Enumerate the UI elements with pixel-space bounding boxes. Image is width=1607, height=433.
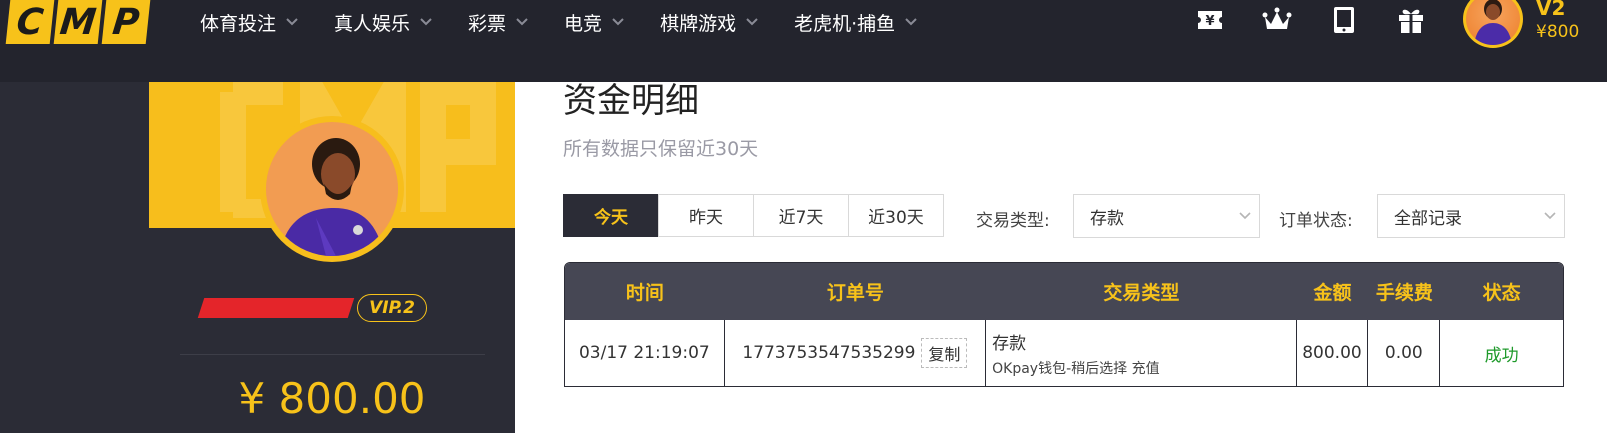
- main-nav: 体育投注 真人娱乐 彩票 电竞 棋牌游戏 老虎机·捕鱼: [200, 0, 953, 44]
- select-value: 全部记录: [1394, 208, 1462, 229]
- vip-level-label: V2: [1536, 0, 1566, 20]
- header-icon-group: ¥: [1192, 2, 1460, 38]
- tab-yesterday[interactable]: 昨天: [658, 194, 754, 237]
- tab-last-30-days[interactable]: 近30天: [848, 194, 944, 237]
- order-status-select[interactable]: 全部记录: [1377, 194, 1565, 238]
- column-header-time: 时间: [625, 282, 664, 304]
- nav-item-card-games[interactable]: 棋牌游戏: [660, 9, 758, 36]
- cell-order-no: 1773753547535299 复制: [725, 320, 987, 386]
- page-subtitle: 所有数据只保留近30天: [563, 138, 759, 160]
- nav-item-label: 体育投注: [200, 12, 277, 35]
- order-number: 1773753547535299: [742, 343, 916, 363]
- column-header-fee: 手续费: [1375, 282, 1433, 304]
- logo-letter: C: [5, 0, 55, 44]
- fund-details-panel: 资金明细 所有数据只保留近30天 今天 昨天 近7天 近30天 交易类型: 存款…: [515, 82, 1607, 433]
- table-header-row: 时间 订单号 交易类型 金额 手续费 状态: [565, 263, 1563, 320]
- column-header-amount: 金额: [1313, 282, 1352, 304]
- nav-item-sports[interactable]: 体育投注: [200, 9, 298, 36]
- logo-letter: P: [101, 0, 151, 44]
- chevron-down-icon: [905, 18, 917, 26]
- transaction-type: 存款: [992, 333, 1027, 354]
- user-avatar[interactable]: [1463, 0, 1523, 48]
- column-header-type: 交易类型: [1103, 282, 1180, 304]
- nav-item-esports[interactable]: 电竞: [564, 9, 624, 36]
- tab-today[interactable]: 今天: [563, 194, 659, 237]
- account-balance: ¥ 800.00: [238, 374, 426, 423]
- chevron-down-icon: [1544, 212, 1556, 220]
- tab-last-7-days[interactable]: 近7天: [753, 194, 849, 237]
- chevron-down-icon: [1239, 212, 1251, 220]
- transaction-type-label: 交易类型:: [976, 211, 1050, 231]
- cell-time: 03/17 21:19:07: [565, 320, 725, 386]
- logo-letter: M: [53, 0, 103, 44]
- nav-item-label: 真人娱乐: [334, 12, 411, 35]
- table-row: 03/17 21:19:07 1773753547535299 复制 存款 OK…: [565, 320, 1563, 386]
- chevron-down-icon: [516, 18, 528, 26]
- header-balance: ¥800: [1536, 22, 1580, 42]
- copy-button[interactable]: 复制: [921, 338, 968, 368]
- page-title: 资金明细: [563, 81, 699, 121]
- chevron-down-icon: [286, 18, 298, 26]
- column-header-status: 状态: [1482, 282, 1521, 304]
- cell-fee: 0.00: [1368, 320, 1441, 386]
- divider: [180, 354, 485, 355]
- redaction-mark: [197, 298, 355, 318]
- status-badge: 成功: [1484, 345, 1519, 366]
- select-value: 存款: [1090, 208, 1124, 229]
- order-status-label: 订单状态:: [1279, 211, 1353, 231]
- nav-item-label: 棋牌游戏: [660, 12, 737, 35]
- crown-icon[interactable]: [1259, 2, 1295, 38]
- nav-item-slots-fishing[interactable]: 老虎机·捕鱼: [794, 9, 917, 36]
- cell-type: 存款 OKpay钱包-稍后选择 充值: [986, 320, 1297, 386]
- vip-badge: VIP.2: [357, 294, 427, 322]
- username-redacted: [197, 298, 355, 318]
- ticket-icon[interactable]: ¥: [1192, 2, 1228, 38]
- profile-card: VIP.2 ¥ 800.00: [149, 82, 515, 433]
- profile-avatar[interactable]: [260, 116, 404, 262]
- column-header-order-no: 订单号: [826, 282, 884, 304]
- tablet-icon[interactable]: [1326, 2, 1362, 38]
- gift-icon[interactable]: [1393, 2, 1429, 38]
- nav-item-label: 彩票: [468, 12, 507, 35]
- nav-item-label: 老虎机·捕鱼: [794, 12, 896, 35]
- date-range-tabs: 今天 昨天 近7天 近30天: [563, 194, 944, 237]
- nav-item-label: 电竞: [564, 12, 603, 35]
- transaction-type-detail: OKpay钱包-稍后选择 充值: [992, 360, 1160, 377]
- chevron-down-icon: [420, 18, 432, 26]
- top-navigation-bar: C M P 体育投注 真人娱乐 彩票 电竞 棋牌游戏 老虎机·捕鱼 ¥ V2 ¥…: [0, 0, 1607, 82]
- nav-item-live-casino[interactable]: 真人娱乐: [334, 9, 432, 36]
- chevron-down-icon: [612, 18, 624, 26]
- cell-amount: 800.00: [1297, 320, 1369, 386]
- transactions-table: 时间 订单号 交易类型 金额 手续费 状态 03/17 21:19:07 177…: [564, 262, 1564, 387]
- transaction-type-select[interactable]: 存款: [1073, 194, 1260, 238]
- logo[interactable]: C M P: [5, 0, 151, 44]
- nav-item-lottery[interactable]: 彩票: [468, 9, 528, 36]
- svg-text:¥: ¥: [1205, 14, 1214, 29]
- chevron-down-icon: [746, 18, 758, 26]
